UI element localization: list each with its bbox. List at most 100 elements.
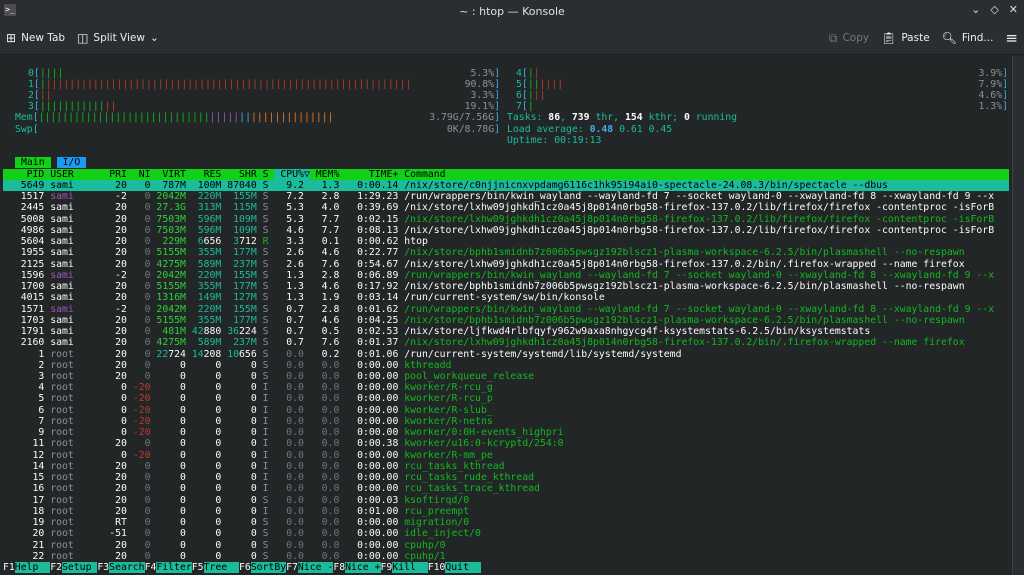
mem-value: 177M — [233, 314, 257, 326]
uptime-label: Uptime: — [507, 134, 555, 146]
process-row[interactable]: 3 root 20 0 0 0 0 S 0.0 0.0 0:00.00 pool… — [3, 371, 534, 382]
command: kworker/u16:0-kcryptd/254:0 — [404, 438, 564, 450]
process-row[interactable]: 1596 sami -2 0 2042M 220M 155M S 1.3 2.8… — [3, 270, 994, 281]
column-header-user[interactable]: USER — [50, 169, 103, 180]
copy-button[interactable]: ⧉ Copy — [823, 26, 875, 50]
process-row[interactable]: 1571 sami -2 0 2042M 220M 155M S 0.7 2.8… — [3, 304, 994, 315]
process-row[interactable]: 2445 sami 20 0 27.3G 313M 115M S 5.3 4.0… — [3, 202, 994, 213]
mem-value: 0 — [180, 472, 186, 484]
column-header-res[interactable]: RES — [192, 169, 222, 180]
command: htop — [404, 236, 428, 248]
meter-bar: | — [528, 101, 979, 112]
column-header-s[interactable]: S — [263, 169, 269, 180]
mem-value: 0 — [215, 438, 222, 450]
command: ksoftirqd/0 — [404, 494, 470, 506]
split-view-button[interactable]: ◫ Split View ⌄ — [71, 26, 165, 50]
process-row[interactable]: 17 root 20 0 0 0 0 S 0.0 0.0 0:00.03 kso… — [3, 494, 470, 506]
process-row[interactable]: 20 root -51 0 0 0 0 S 0.0 0.0 0:00.00 id… — [3, 528, 481, 539]
function-nice-button[interactable]: Nice + — [345, 562, 381, 574]
column-header-cpu[interactable]: CPU% — [274, 168, 304, 180]
process-row[interactable]: 1955 sami 20 0 5155M 355M 177M S 2.6 4.6… — [3, 247, 965, 258]
process-row[interactable]: 2160 sami 20 0 4275M 589M 237M S 0.7 7.6… — [3, 337, 965, 348]
tasks-tasks: 86 — [548, 112, 561, 124]
process-row[interactable]: 12 root 0 -20 0 0 0 I 0.0 0.0 0:00.00 kw… — [3, 450, 493, 461]
process-row[interactable]: 4 root 0 -20 0 0 0 I 0.0 0.0 0:00.00 kwo… — [3, 382, 492, 393]
column-header-mem[interactable]: MEM% — [310, 169, 340, 180]
cpu-percent: 0.0 — [286, 472, 304, 484]
mem-value: 0 — [180, 404, 186, 416]
meter-bar-segment: || — [533, 89, 546, 101]
function-search-button[interactable]: Search — [109, 562, 145, 574]
process-row[interactable]: 2 root 20 0 0 0 0 S 0.0 0.0 0:00.00 kthr… — [3, 360, 451, 371]
cpu-time: 0:00.00 — [357, 415, 399, 427]
maximize-icon[interactable]: ◇ — [990, 3, 998, 16]
process-row[interactable]: 1703 sami 20 0 5155M 355M 177M S 0.7 4.6… — [3, 315, 965, 326]
process-row[interactable]: 14 root 20 0 0 0 0 I 0.0 0.0 0:00.00 rcu… — [3, 461, 505, 472]
function-help-button[interactable]: Help — [14, 562, 51, 574]
mem-value-low: 656 — [203, 236, 222, 248]
mem-value: 0 — [180, 370, 186, 382]
process-row[interactable]: 5649 sami 20 0 787M 100M 87040 S 9.2 1.3… — [3, 179, 1009, 192]
process-row[interactable]: 5 root 0 -20 0 0 0 I 0.0 0.0 0:00.00 kwo… — [3, 393, 492, 404]
column-header-pri[interactable]: PRI — [109, 169, 127, 180]
column-header-ni[interactable]: NI — [133, 169, 151, 180]
column-header-virt[interactable]: VIRT — [156, 169, 186, 180]
process-row[interactable]: 6 root 0 -20 0 0 0 I 0.0 0.0 0:00.00 kwo… — [3, 404, 492, 416]
column-header-command[interactable]: Command — [404, 169, 445, 180]
mem-value: 0 — [250, 449, 257, 461]
function-nice-button[interactable]: Nice - — [297, 562, 334, 574]
process-row[interactable]: 4986 sami 20 0 7503M 596M 109M S 4.6 7.7… — [3, 225, 994, 236]
meter-bracket: ] — [494, 112, 500, 124]
process-row[interactable]: 22 root 20 0 0 0 0 S 0.0 0.0 0:00.00 cpu… — [3, 551, 446, 562]
virt-value: 0 — [156, 393, 186, 404]
function-tree-button[interactable]: Tree — [203, 562, 239, 574]
process-row[interactable]: 5008 sami 20 0 7503M 596M 109M S 5.3 7.7… — [3, 214, 994, 225]
priority: 20 — [115, 359, 127, 371]
user: root — [50, 427, 74, 439]
nice: 0 — [144, 550, 151, 562]
pid: 6 — [38, 404, 45, 416]
cpu-time: 0:00.00 — [357, 517, 399, 529]
terminal-scrollbar[interactable] — [1012, 56, 1024, 575]
tab-main[interactable]: Main — [15, 157, 51, 169]
new-tab-button[interactable]: ⊞ New Tab — [0, 26, 71, 50]
function-sortby-button[interactable]: SortBy — [250, 562, 287, 574]
state: S — [262, 281, 269, 293]
mem-percent: 7.7 — [321, 224, 340, 236]
column-header-pid[interactable]: PID — [3, 169, 45, 180]
user: root — [50, 348, 74, 360]
process-row[interactable]: 21 root 20 0 0 0 0 S 0.0 0.0 0:00.00 cpu… — [3, 540, 446, 551]
process-row[interactable]: 9 root 0 -20 0 0 0 I 0.0 0.0 0:00.00 kwo… — [3, 427, 563, 439]
process-row[interactable]: 11 root 20 0 0 0 0 I 0.0 0.0 0:00.38 kwo… — [3, 438, 564, 449]
terminal[interactable]: 0[|||| 5.3%] 1[|||||||||||||||||||||||||||… — [0, 56, 1012, 575]
function-setup-button[interactable]: Setup — [61, 562, 98, 574]
process-row[interactable]: 1517 sami -2 0 2042M 220M 155M S 7.2 2.8… — [3, 191, 994, 202]
column-header-time[interactable]: TIME+ — [345, 169, 399, 180]
process-row[interactable]: 4015 sami 20 0 1316M 149M 127M S 1.3 1.9… — [3, 292, 605, 303]
function-filter-button[interactable]: Filter — [156, 562, 192, 574]
process-row[interactable]: 5604 sami 20 0 229M 6656 3712 R 3.3 0.1 … — [3, 236, 428, 247]
process-row[interactable]: 15 root 20 0 0 0 0 I 0.0 0.0 0:00.00 rcu… — [3, 472, 535, 484]
close-icon[interactable]: ✕ — [1009, 3, 1018, 16]
minimize-icon[interactable]: ⌄ — [971, 3, 980, 16]
virt-value: 0 — [156, 495, 186, 506]
process-row[interactable]: 1700 sami 20 0 5155M 355M 177M S 1.3 4.6… — [3, 281, 965, 292]
column-header-shr[interactable]: SHR — [227, 169, 257, 180]
meter-bar-segment: || — [239, 112, 251, 124]
terminal-icon[interactable]: >_ — [4, 4, 16, 16]
process-row[interactable]: 16 root 20 0 0 0 0 I 0.0 0.0 0:00.00 rcu… — [3, 483, 540, 494]
process-row[interactable]: 1 root 20 0 22724 14208 10656 S 0.0 0.2 … — [3, 349, 681, 360]
process-row[interactable]: 18 root 20 0 0 0 0 I 0.0 0.0 0:01.00 rcu… — [3, 506, 470, 517]
function-quit-button[interactable]: Quit — [445, 562, 481, 574]
process-row[interactable]: 2125 sami 20 0 4275M 589M 237M S 2.6 7.6… — [3, 259, 965, 270]
process-row[interactable]: 1791 sami 20 0 481M 42880 36224 S 0.7 0.… — [3, 326, 871, 337]
function-kill-button[interactable]: Kill — [392, 562, 428, 574]
find-button[interactable]: 🔍︎ Find... — [936, 26, 1000, 50]
paste-button[interactable]: 📋︎ Paste — [875, 26, 936, 50]
tab-io[interactable]: I/O — [56, 157, 87, 169]
shr-value: 3712 — [227, 236, 257, 247]
process-row[interactable]: 19 root RT 0 0 0 0 S 0.0 0.0 0:00.00 mig… — [3, 517, 470, 529]
mem-value: 0 — [250, 370, 257, 382]
process-row[interactable]: 7 root 0 -20 0 0 0 I 0.0 0.0 0:00.00 kwo… — [3, 415, 492, 427]
hamburger-menu-button[interactable]: ≡ — [999, 26, 1024, 50]
